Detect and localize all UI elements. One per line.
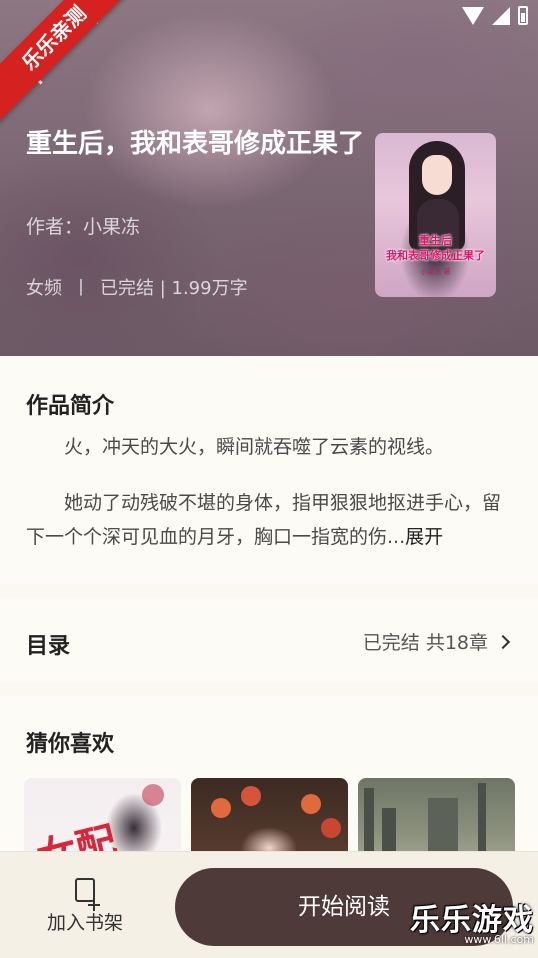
intro-paragraph: 她动了动残破不堪的身体，指甲狠狠地抠进手心，留下一个个深可见血的月牙，胸口一指宽… (26, 486, 512, 554)
recommend-heading: 猜你喜欢 (26, 732, 115, 757)
book-cover: 重生后 我和表哥修成正果了 小果冻 著 (375, 133, 496, 297)
toc-section[interactable]: 目录 已完结 共18章 (0, 598, 538, 682)
wifi-icon (462, 6, 484, 25)
status-icons (462, 6, 528, 25)
meta-separator: 丨 (72, 278, 90, 299)
toc-heading: 目录 (26, 634, 71, 659)
add-to-bookshelf-label: 加入书架 (46, 912, 123, 934)
toc-summary: 已完结 共18章 (362, 632, 488, 654)
book-author[interactable]: 作者：小果冻 (26, 212, 140, 239)
book-category: 女频 (26, 278, 62, 299)
book-header: 重生后，我和表哥修成正果了 作者：小果冻 女频 丨 已完结 | 1.99万字 重… (0, 0, 538, 356)
toc-summary-link[interactable]: 已完结 共18章 (362, 628, 511, 655)
signal-icon (492, 6, 510, 25)
add-bookshelf-icon (75, 878, 100, 911)
watermark: 乐乐游戏 www.6ll.com (410, 895, 534, 946)
add-to-bookshelf-button[interactable]: 加入书架 (30, 872, 140, 942)
expand-button[interactable]: 展开 (405, 526, 443, 548)
book-status-words: 已完结 | 1.99万字 (100, 278, 248, 299)
chevron-right-icon (495, 634, 511, 649)
intro-section: 作品简介 火，冲天的大火，瞬间就吞噬了云素的视线。 她动了动残破不堪的身体，指甲… (0, 356, 538, 584)
battery-icon (518, 6, 528, 25)
intro-paragraph: 火，冲天的大火，瞬间就吞噬了云素的视线。 (64, 436, 445, 458)
book-title: 重生后，我和表哥修成正果了 (26, 129, 365, 159)
book-meta: 女频 丨 已完结 | 1.99万字 (26, 274, 248, 300)
intro-heading: 作品简介 (26, 394, 115, 419)
intro-text[interactable]: 火，冲天的大火，瞬间就吞噬了云素的视线。 她动了动残破不堪的身体，指甲狠狠地抠进… (26, 430, 512, 554)
cover-author: 小果冻 著 (420, 268, 451, 276)
cover-title: 重生后 我和表哥修成正果了 (386, 234, 485, 262)
